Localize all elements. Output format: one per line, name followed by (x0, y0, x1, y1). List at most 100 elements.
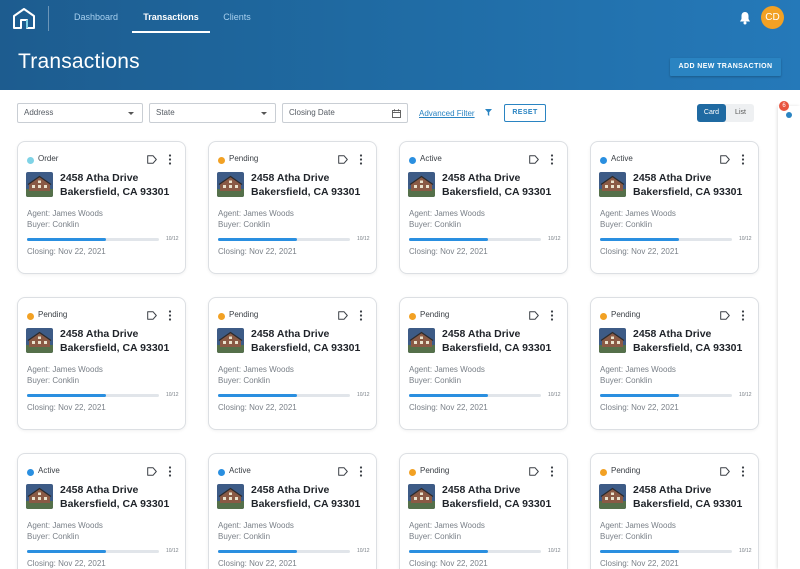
agent-name: Agent: James Woods (409, 365, 485, 374)
property-address[interactable]: 2458 Atha Drive Bakersfield, CA 93301 (633, 483, 742, 511)
property-address[interactable]: 2458 Atha Drive Bakersfield, CA 93301 (251, 483, 360, 511)
agent-name: Agent: James Woods (600, 209, 676, 218)
transaction-card[interactable]: Active 2458 Atha Drive Bakersfield, CA 9… (17, 453, 186, 569)
more-options-icon[interactable] (550, 310, 554, 321)
user-avatar[interactable]: CD (761, 6, 784, 29)
transaction-card[interactable]: Active 2458 Atha Drive Bakersfield, CA 9… (208, 453, 377, 569)
more-options-icon[interactable] (359, 154, 363, 165)
address-line-2: Bakersfield, CA 93301 (251, 498, 361, 510)
more-options-icon[interactable] (741, 466, 745, 477)
agent-name: Agent: James Woods (218, 209, 294, 218)
address-select-label: Address (24, 108, 54, 117)
closing-date: Closing: Nov 22, 2021 (600, 247, 679, 256)
address-line-2: Bakersfield, CA 93301 (60, 342, 170, 354)
tag-icon[interactable] (529, 155, 539, 164)
transaction-card[interactable]: Pending 2458 Atha Drive Bakersfield, CA … (208, 297, 377, 430)
more-options-icon[interactable] (741, 154, 745, 165)
progress-bar-fill (27, 238, 107, 241)
progress-bar (27, 394, 159, 397)
status-label: Active (420, 154, 442, 163)
bell-icon[interactable] (739, 11, 751, 25)
progress-bar (218, 550, 350, 553)
side-panel[interactable] (778, 106, 800, 569)
tag-icon[interactable] (147, 311, 157, 320)
tag-icon[interactable] (529, 311, 539, 320)
progress-bar-fill (600, 394, 680, 397)
transaction-card[interactable]: Active 2458 Atha Drive Bakersfield, CA 9… (399, 141, 568, 274)
closing-date-input[interactable]: Closing Date (282, 103, 408, 123)
transaction-card[interactable]: Pending 2458 Atha Drive Bakersfield, CA … (208, 141, 377, 274)
transaction-card[interactable]: Pending 2458 Atha Drive Bakersfield, CA … (399, 453, 568, 569)
advanced-filter-link[interactable]: Advanced Filter (419, 109, 475, 118)
reset-button[interactable]: RESET (504, 104, 546, 122)
tag-icon[interactable] (338, 155, 348, 164)
progress-bar-fill (218, 394, 298, 397)
tag-icon[interactable] (147, 467, 157, 476)
progress-bar (218, 394, 350, 397)
nav-tab-transactions[interactable]: Transactions (132, 0, 210, 33)
more-options-icon[interactable] (359, 310, 363, 321)
property-address[interactable]: 2458 Atha Drive Bakersfield, CA 93301 (60, 327, 169, 355)
progress-count: 10/12 (739, 548, 752, 554)
tag-icon[interactable] (720, 467, 730, 476)
transaction-card[interactable]: Pending 2458 Atha Drive Bakersfield, CA … (17, 297, 186, 430)
state-select[interactable]: State (149, 103, 276, 123)
buyer-name: Buyer: Conklin (27, 532, 80, 541)
agent-name: Agent: James Woods (409, 521, 485, 530)
home-logo-icon[interactable] (12, 7, 36, 29)
property-address[interactable]: 2458 Atha Drive Bakersfield, CA 93301 (251, 171, 360, 199)
closing-date: Closing: Nov 22, 2021 (409, 403, 488, 412)
address-line-1: 2458 Atha Drive (633, 172, 712, 184)
tag-icon[interactable] (147, 155, 157, 164)
buyer-name: Buyer: Conklin (600, 532, 653, 541)
property-address[interactable]: 2458 Atha Drive Bakersfield, CA 93301 (633, 171, 742, 199)
more-options-icon[interactable] (168, 154, 172, 165)
property-address[interactable]: 2458 Atha Drive Bakersfield, CA 93301 (442, 171, 551, 199)
nav-tab-dashboard[interactable]: Dashboard (62, 0, 130, 33)
property-address[interactable]: 2458 Atha Drive Bakersfield, CA 93301 (60, 483, 169, 511)
more-options-icon[interactable] (741, 310, 745, 321)
transaction-card[interactable]: Pending 2458 Atha Drive Bakersfield, CA … (590, 297, 759, 430)
property-address[interactable]: 2458 Atha Drive Bakersfield, CA 93301 (60, 171, 169, 199)
tag-icon[interactable] (720, 311, 730, 320)
agent-name: Agent: James Woods (409, 209, 485, 218)
transaction-card[interactable]: Pending 2458 Atha Drive Bakersfield, CA … (399, 297, 568, 430)
status-label: Active (38, 466, 60, 475)
more-options-icon[interactable] (550, 466, 554, 477)
more-options-icon[interactable] (168, 310, 172, 321)
add-new-transaction-button[interactable]: ADD NEW TRANSACTION (670, 58, 781, 76)
filter-funnel-icon[interactable] (485, 109, 492, 116)
tag-icon[interactable] (720, 155, 730, 164)
tag-icon[interactable] (529, 467, 539, 476)
transaction-card[interactable]: Pending 2458 Atha Drive Bakersfield, CA … (590, 453, 759, 569)
property-address[interactable]: 2458 Atha Drive Bakersfield, CA 93301 (442, 483, 551, 511)
more-options-icon[interactable] (168, 466, 172, 477)
more-options-icon[interactable] (550, 154, 554, 165)
tag-icon[interactable] (338, 311, 348, 320)
notification-badge[interactable]: 6 (779, 101, 789, 111)
card-view-button[interactable]: Card (697, 104, 726, 122)
progress-bar (600, 394, 732, 397)
transaction-card[interactable]: Active 2458 Atha Drive Bakersfield, CA 9… (590, 141, 759, 274)
house-thumbnail-icon (599, 328, 626, 353)
address-line-1: 2458 Atha Drive (442, 484, 521, 496)
calendar-icon[interactable] (392, 109, 401, 118)
property-address[interactable]: 2458 Atha Drive Bakersfield, CA 93301 (633, 327, 742, 355)
list-view-button[interactable]: List (727, 104, 754, 122)
chevron-down-icon (128, 112, 134, 115)
nav-tab-clients[interactable]: Clients (212, 0, 262, 33)
progress-count: 10/12 (739, 236, 752, 242)
property-address[interactable]: 2458 Atha Drive Bakersfield, CA 93301 (442, 327, 551, 355)
buyer-name: Buyer: Conklin (409, 376, 462, 385)
panel-indicator-dot (786, 112, 792, 118)
tag-icon[interactable] (338, 467, 348, 476)
status-label: Active (229, 466, 251, 475)
address-select[interactable]: Address (17, 103, 143, 123)
progress-bar-fill (27, 394, 107, 397)
transaction-card[interactable]: Order 2458 Atha Drive Bakersfield, CA 93… (17, 141, 186, 274)
more-options-icon[interactable] (359, 466, 363, 477)
house-thumbnail-icon (217, 484, 244, 509)
agent-name: Agent: James Woods (218, 365, 294, 374)
buyer-name: Buyer: Conklin (409, 220, 462, 229)
property-address[interactable]: 2458 Atha Drive Bakersfield, CA 93301 (251, 327, 360, 355)
